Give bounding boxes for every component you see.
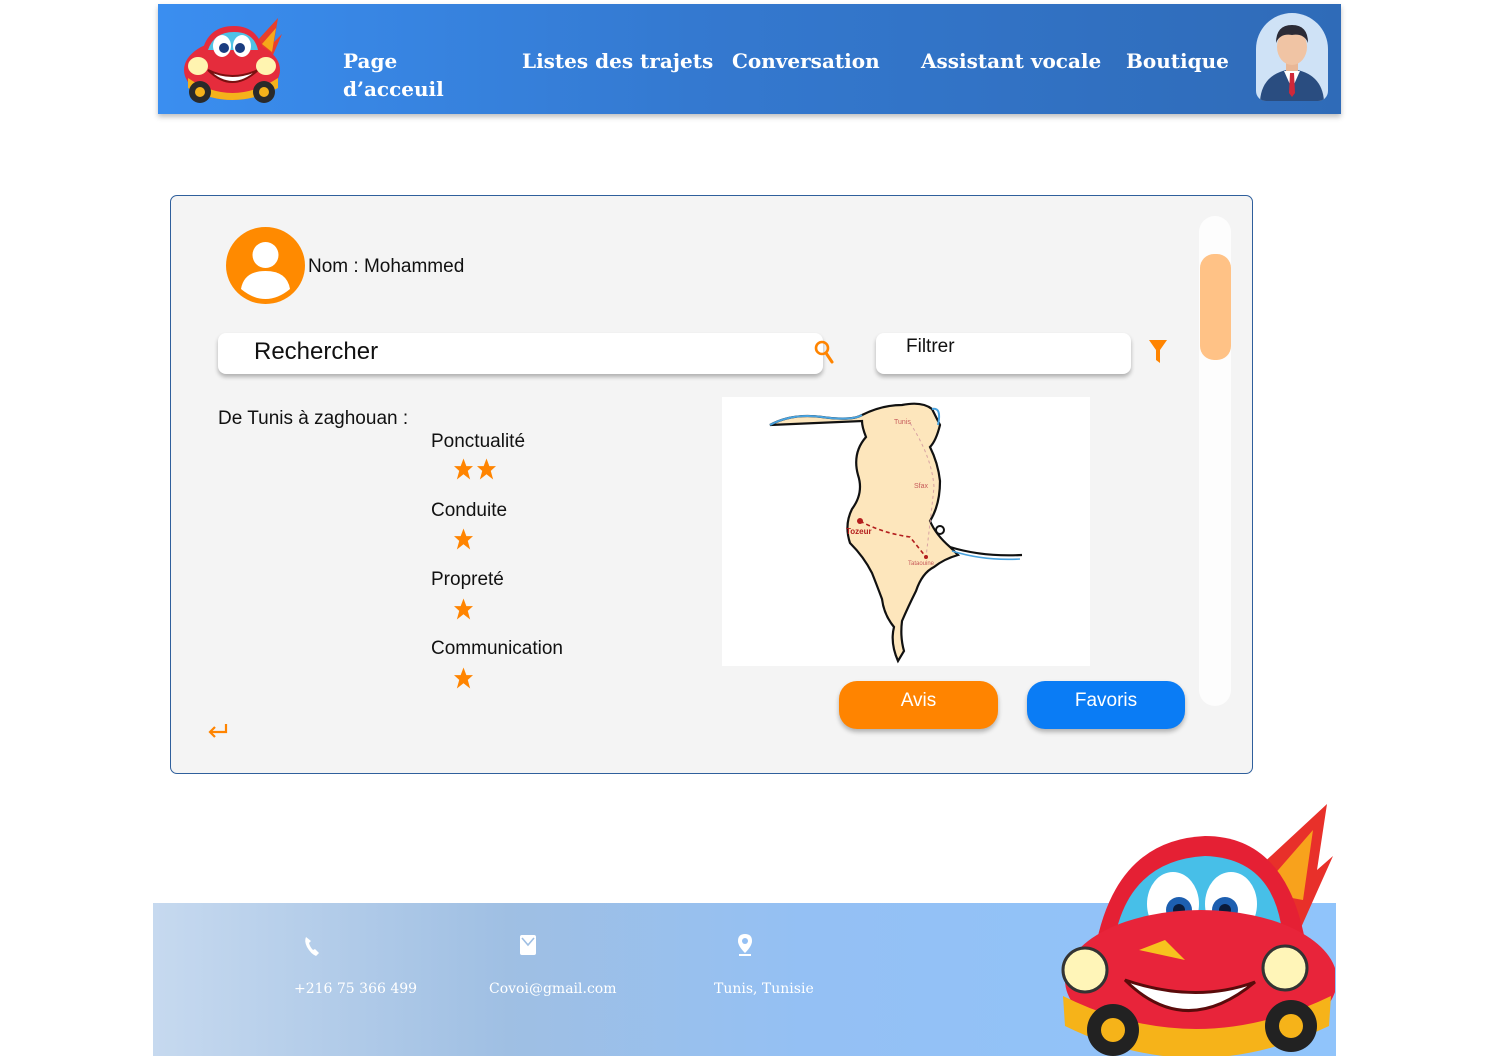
user-circle-icon: [226, 227, 305, 304]
map-label-tataouine: Tataouine: [908, 561, 935, 567]
car-logo-icon[interactable]: [178, 12, 288, 108]
car-mascot-icon: [1061, 804, 1335, 1056]
nav-home[interactable]: Page d’acceuil: [343, 47, 444, 103]
nav-trips-list[interactable]: Listes des trajets: [522, 47, 713, 75]
criterion-label-driving: Conduite: [431, 500, 508, 521]
stars-communication: [454, 667, 473, 691]
star-icon: [454, 667, 473, 689]
location-pin-icon: [738, 934, 752, 956]
search-input[interactable]: Rechercher: [218, 333, 823, 374]
search-icon[interactable]: [814, 339, 834, 365]
avis-button[interactable]: Avis: [839, 681, 998, 729]
star-icon: [454, 528, 473, 550]
driver-name: Nom : Mohammed: [308, 256, 465, 277]
criterion-label-punctuality: Ponctualité: [431, 431, 526, 452]
filter-input[interactable]: Filtrer: [876, 333, 1131, 374]
stars-driving: [454, 528, 473, 552]
businessman-avatar-icon: [1260, 25, 1324, 101]
top-navbar: Page d’acceuil Listes des trajets Conver…: [158, 4, 1341, 114]
favoris-button[interactable]: Favoris: [1027, 681, 1185, 729]
star-icon: [454, 598, 473, 620]
back-arrow-icon[interactable]: [207, 722, 229, 740]
map-label-tozeur: Tozeur: [846, 527, 872, 536]
nav-shop[interactable]: Boutique: [1126, 47, 1229, 75]
footer-email[interactable]: Covoi@gmail.com: [489, 981, 617, 997]
phone-icon: [305, 937, 319, 956]
map-label-tunis: Tunis: [894, 419, 911, 426]
star-icon: [477, 458, 496, 480]
driver-card: Nom : Mohammed Rechercher Filtrer De Tun…: [170, 195, 1253, 774]
stars-punctuality: [454, 458, 496, 482]
funnel-icon[interactable]: [1149, 340, 1167, 364]
filter-input-value: Filtrer: [906, 336, 955, 357]
mail-icon: [520, 935, 536, 955]
scrollbar-thumb[interactable]: [1200, 254, 1231, 360]
footer-phone[interactable]: +216 75 366 499: [294, 981, 417, 997]
nav-voice-assistant[interactable]: Assistant vocale: [921, 47, 1101, 75]
nav-home-line1: Page: [343, 49, 398, 73]
criterion-label-cleanliness: Propreté: [431, 569, 504, 590]
user-avatar[interactable]: [1256, 13, 1328, 101]
criterion-label-communication: Communication: [431, 638, 563, 659]
nav-conversation[interactable]: Conversation: [732, 47, 880, 75]
star-icon: [454, 458, 473, 480]
map-label-sfax: Sfax: [914, 483, 929, 490]
route-title: De Tunis à zaghouan :: [218, 408, 409, 429]
stars-cleanliness: [454, 598, 473, 622]
footer-location: Tunis, Tunisie: [714, 981, 814, 997]
search-input-value: Rechercher: [254, 338, 379, 365]
nav-home-line2: d’acceuil: [343, 77, 444, 101]
route-map: Tunis Sfax Tozeur Tataouine: [722, 397, 1090, 666]
